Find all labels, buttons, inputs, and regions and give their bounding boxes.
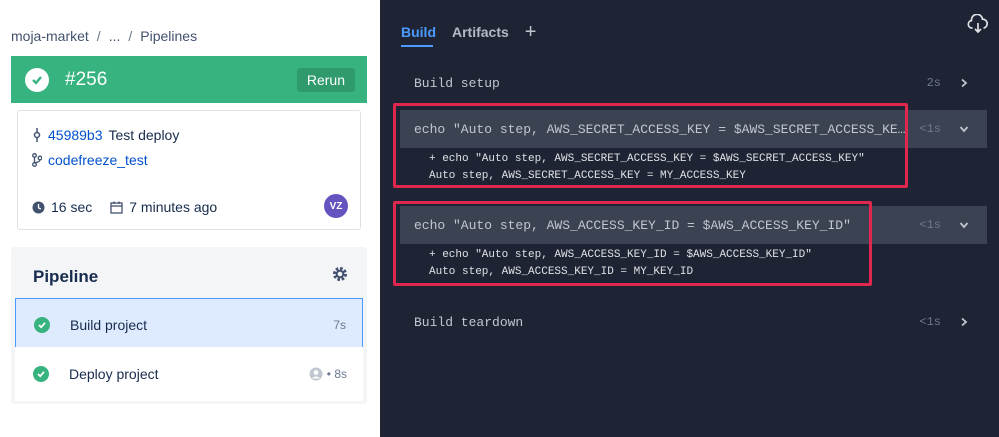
duration: 16 sec [32, 199, 92, 215]
pipeline-title: Pipeline [33, 267, 99, 286]
breadcrumb-ellipsis[interactable]: ... [109, 28, 121, 44]
branch-icon [32, 153, 42, 167]
step-duration: 7s [333, 318, 346, 332]
calendar-icon [110, 201, 123, 214]
time-ago-text: 7 minutes ago [129, 199, 218, 215]
rerun-button[interactable]: Rerun [296, 68, 355, 92]
time-ago: 7 minutes ago [110, 199, 217, 215]
commit-icon [33, 128, 41, 142]
check-icon [25, 67, 49, 92]
log-cmd: Build setup [414, 75, 500, 91]
commit-row: 45989b3 Test deploy [32, 127, 179, 143]
chevron-right-icon [961, 317, 968, 327]
log-time: <1s [919, 218, 941, 232]
check-icon [33, 366, 49, 382]
commit-message: Test deploy [108, 127, 180, 143]
log-time: 2s [926, 76, 941, 90]
breadcrumb-separator: / [96, 28, 101, 44]
commit-card: 45989b3 Test deploy codefreeze_test 16 s… [17, 110, 361, 230]
left-panel: moja-market / ... / Pipelines #256 Rerun… [0, 0, 380, 437]
branch-link[interactable]: codefreeze_test [48, 152, 148, 168]
log-panel: Build Artifacts + Build setup 2s echo "A… [380, 0, 999, 437]
step-deploy-project[interactable]: Deploy project • 8s [15, 347, 363, 401]
log-step-build-setup[interactable]: Build setup 2s [400, 70, 987, 96]
gear-icon[interactable] [331, 265, 349, 288]
step-label: Deploy project [69, 366, 159, 382]
highlight-box [393, 201, 872, 286]
build-number: #256 [65, 68, 108, 90]
tab-underline [401, 45, 433, 47]
avatar[interactable]: VZ [324, 194, 348, 218]
log-step-build-teardown[interactable]: Build teardown <1s [400, 309, 987, 335]
step-label: Build project [70, 317, 148, 333]
log-cmd: Build teardown [414, 314, 524, 330]
chevron-right-icon [961, 78, 968, 88]
log-time: <1s [919, 315, 941, 329]
clock-icon [32, 201, 45, 213]
build-meta: 16 sec 7 minutes ago [32, 199, 217, 215]
step-duration-group: • 8s [309, 367, 347, 381]
duration-text: 16 sec [51, 199, 93, 215]
breadcrumb-separator: / [128, 28, 133, 44]
check-icon [34, 317, 50, 333]
chevron-down-icon [959, 126, 969, 133]
breadcrumb-pipelines[interactable]: Pipelines [140, 28, 197, 44]
add-tab-button[interactable]: + [525, 22, 537, 42]
user-icon [309, 367, 323, 381]
commit-hash-link[interactable]: 45989b3 [48, 127, 103, 143]
tab-build[interactable]: Build [401, 24, 436, 40]
log-time: <1s [919, 122, 941, 136]
chevron-down-icon [959, 222, 969, 229]
log-tabs: Build Artifacts + [401, 22, 537, 42]
highlight-box [393, 103, 908, 188]
build-status-bar: #256 Rerun [11, 56, 367, 103]
cloud-download-icon[interactable] [967, 13, 989, 39]
branch-row: codefreeze_test [32, 152, 148, 168]
breadcrumb-repo[interactable]: moja-market [11, 28, 89, 44]
step-build-project[interactable]: Build project 7s [15, 298, 363, 352]
tab-artifacts[interactable]: Artifacts [452, 24, 509, 40]
step-duration: • 8s [326, 367, 347, 381]
breadcrumb: moja-market / ... / Pipelines [11, 28, 197, 44]
